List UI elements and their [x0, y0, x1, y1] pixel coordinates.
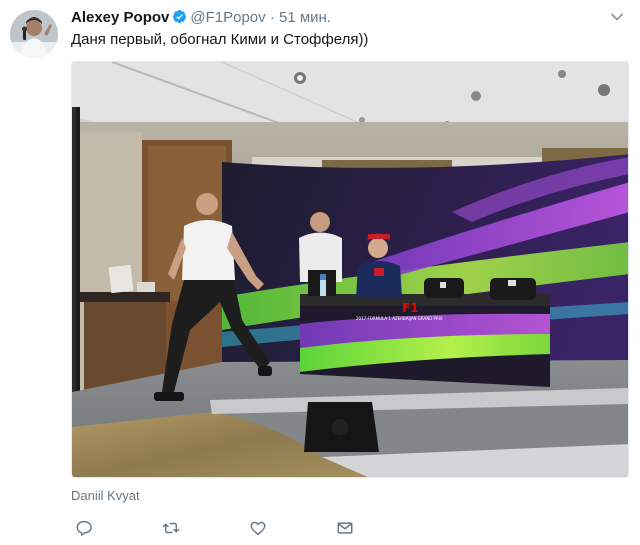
- envelope-icon: [337, 522, 353, 534]
- direct-message-button[interactable]: [332, 515, 358, 541]
- verified-badge-icon: [172, 9, 187, 24]
- retweet-icon: [162, 522, 180, 534]
- reply-icon: [76, 520, 92, 536]
- avatar[interactable]: [10, 10, 58, 58]
- like-button[interactable]: [245, 515, 271, 541]
- author-handle[interactable]: @F1Popov: [190, 9, 265, 26]
- tagged-user-link[interactable]: Daniil Kvyat: [71, 488, 140, 504]
- author-name[interactable]: Alexey Popov: [71, 9, 169, 26]
- chevron-down-icon[interactable]: [610, 10, 624, 24]
- tweet-actions: [71, 515, 491, 541]
- tweet-header: Alexey Popov @F1Popov · 51 мин.: [71, 8, 331, 28]
- reply-button[interactable]: [71, 515, 97, 541]
- backdrop-caption: 2017 FORMULA 1 AZERBAIJAN GRAND PRIX: [356, 316, 443, 321]
- f1-logo: F1: [402, 301, 419, 315]
- time-separator: ·: [269, 9, 275, 26]
- tweet-photo[interactable]: F1 2017 FORMULA 1 AZERBAIJAN GRAND PRIX: [71, 61, 629, 478]
- retweet-button[interactable]: [158, 515, 184, 541]
- press-conference-photo: F1 2017 FORMULA 1 AZERBAIJAN GRAND PRIX: [72, 62, 628, 477]
- tweet-timestamp[interactable]: 51 мин.: [279, 9, 331, 26]
- tweet: Alexey Popov @F1Popov · 51 мин. Даня перв…: [0, 0, 640, 545]
- tweet-text: Даня первый, обогнал Кими и Стоффеля)): [71, 31, 369, 48]
- avatar-image: [10, 10, 58, 58]
- heart-icon: [250, 521, 266, 536]
